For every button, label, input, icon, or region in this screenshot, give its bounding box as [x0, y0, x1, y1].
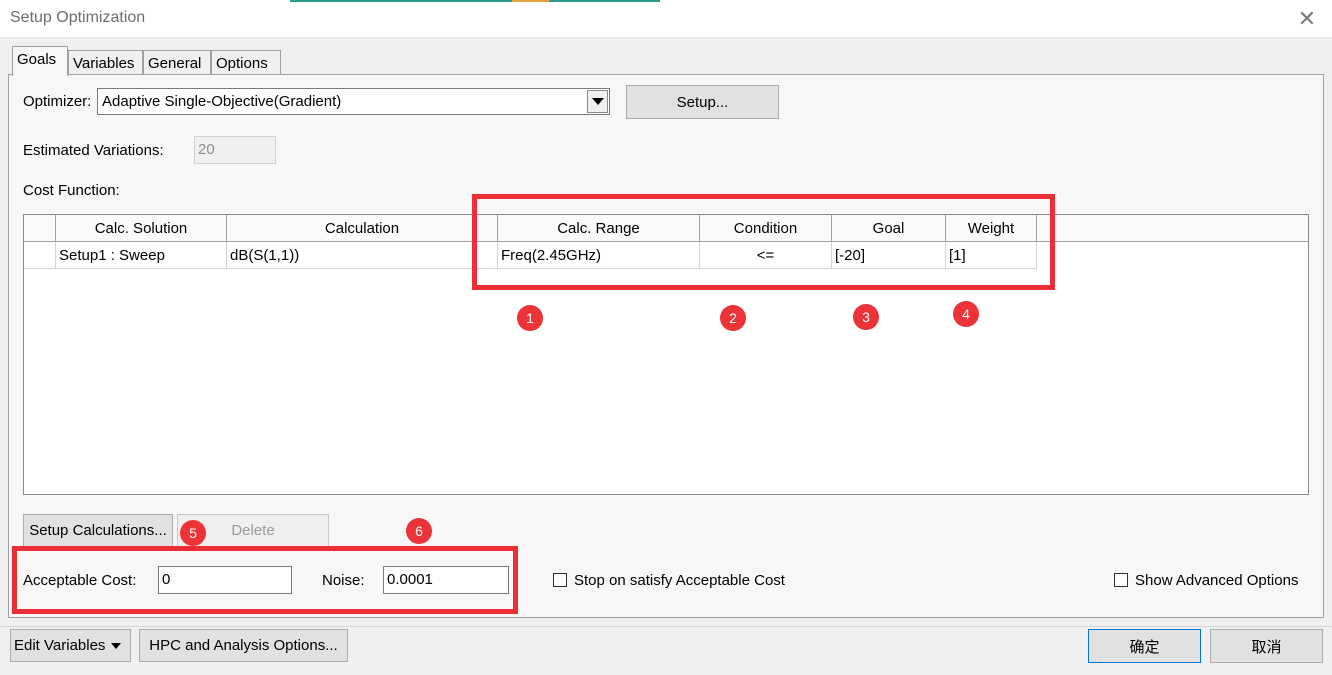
tab-label: General [148, 55, 202, 72]
highlight-box-columns [472, 194, 1055, 290]
show-advanced-checkbox[interactable] [1114, 573, 1128, 587]
cancel-button[interactable]: 取消 [1210, 629, 1323, 663]
annotation-badge-2: 2 [720, 305, 746, 331]
title-bar: Setup Optimization ✕ [0, 0, 1332, 38]
accent-line [290, 0, 660, 2]
annotation-badge-5: 5 [180, 520, 206, 546]
tab-label: Goals [17, 51, 57, 68]
estimated-variations-field: 20 [194, 136, 276, 164]
column-header-filler [1037, 215, 1308, 242]
tab-label: Options [216, 55, 268, 72]
optimizer-selected: Adaptive Single-Objective(Gradient) [102, 93, 342, 110]
stop-on-satisfy-checkbox[interactable] [553, 573, 567, 587]
optimizer-setup-button[interactable]: Setup... [626, 85, 779, 119]
annotation-badge-6: 6 [406, 518, 432, 544]
annotation-badge-1: 1 [517, 305, 543, 331]
dropdown-arrow-icon [111, 642, 122, 649]
row-header-corner [24, 215, 56, 242]
tab-options[interactable]: Options [211, 50, 281, 76]
cell-calc-solution[interactable]: Setup1 : Sweep [56, 242, 227, 269]
window-title: Setup Optimization [10, 9, 146, 26]
dropdown-arrow[interactable] [587, 90, 608, 113]
edit-variables-label: Edit Variables [14, 637, 106, 654]
stop-on-satisfy-label: Stop on satisfy Acceptable Cost [574, 572, 785, 589]
tab-goals[interactable]: Goals [12, 46, 68, 76]
tab-variables[interactable]: Variables [68, 50, 143, 76]
column-header-calc-solution[interactable]: Calc. Solution [56, 215, 227, 242]
annotation-badge-3: 3 [853, 304, 879, 330]
close-icon[interactable]: ✕ [1294, 6, 1320, 32]
hpc-options-button[interactable]: HPC and Analysis Options... [139, 629, 348, 662]
bottom-separator [0, 626, 1332, 627]
tab-general[interactable]: General [143, 50, 211, 76]
row-header[interactable] [24, 242, 56, 269]
annotation-badge-4: 4 [953, 301, 979, 327]
chevron-down-icon [591, 98, 604, 105]
tab-label: Variables [73, 55, 135, 72]
optimizer-dropdown[interactable]: Adaptive Single-Objective(Gradient) [97, 88, 610, 115]
optimizer-label: Optimizer: [23, 93, 92, 110]
show-advanced-label: Show Advanced Options [1135, 572, 1299, 589]
estimated-variations-label: Estimated Variations: [23, 142, 164, 159]
cell-calculation[interactable]: dB(S(1,1)) [227, 242, 498, 269]
highlight-box-cost [12, 546, 518, 614]
cost-function-label: Cost Function: [23, 182, 120, 199]
edit-variables-button[interactable]: Edit Variables [10, 629, 131, 662]
column-header-calculation[interactable]: Calculation [227, 215, 498, 242]
ok-button[interactable]: 确定 [1088, 629, 1201, 663]
setup-calculations-button[interactable]: Setup Calculations... [23, 514, 173, 547]
